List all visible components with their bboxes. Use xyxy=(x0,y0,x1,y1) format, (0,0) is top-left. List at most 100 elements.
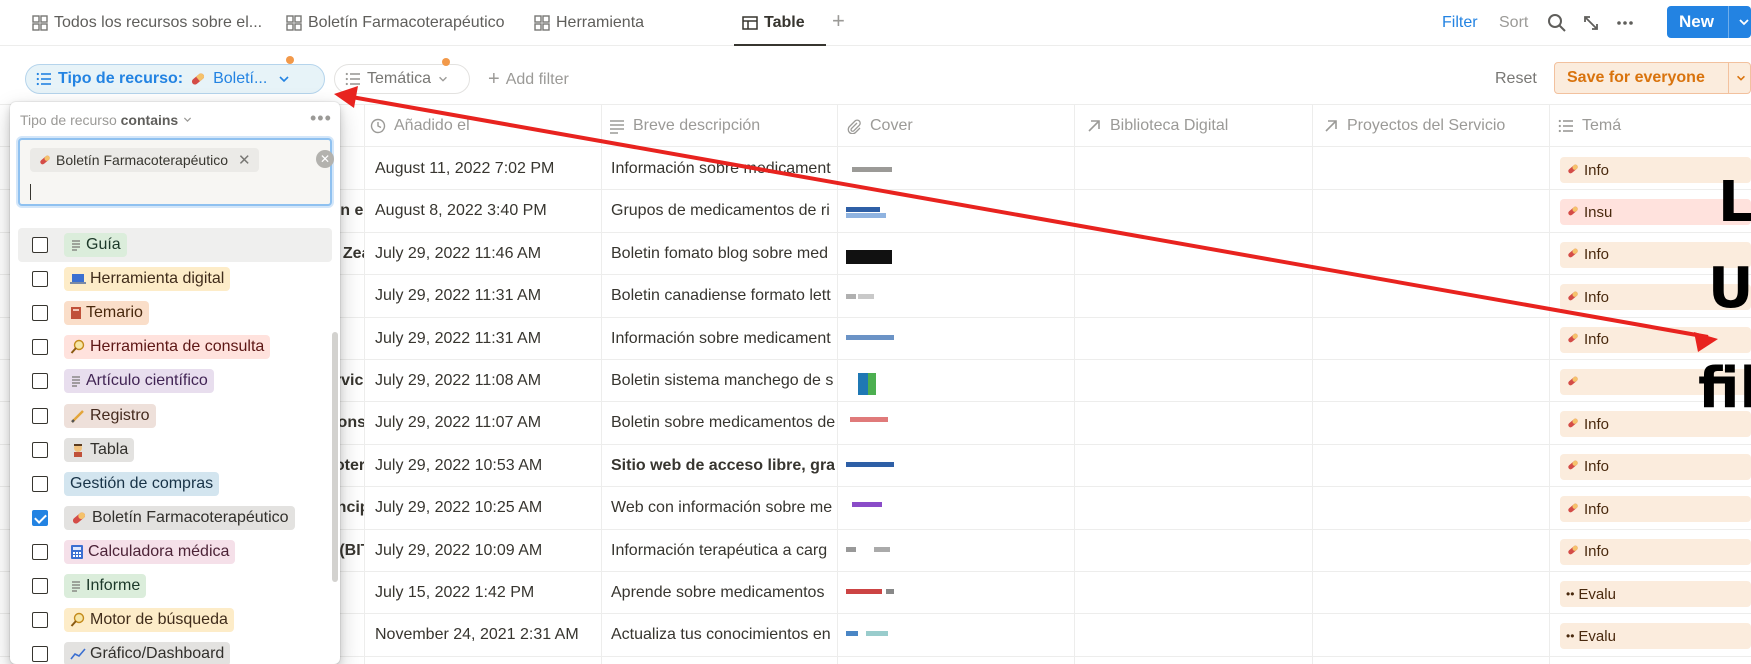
filter-button[interactable]: Filter xyxy=(1442,10,1478,36)
option-checkbox[interactable] xyxy=(32,509,48,526)
cell-tematica-tag[interactable]: Info xyxy=(1560,538,1751,565)
option-tag: Motor de búsqueda xyxy=(64,608,234,633)
dropdown-option[interactable]: Gráfico/Dashboard xyxy=(18,637,332,664)
tab-todos-los-recursos[interactable]: Todos los recursos sobre el... xyxy=(32,10,262,36)
option-checkbox[interactable] xyxy=(32,646,48,663)
column-header-proyectos[interactable]: Proyectos del Servicio xyxy=(1323,112,1505,140)
add-view-plus-icon[interactable]: + xyxy=(832,8,845,34)
option-checkbox[interactable] xyxy=(32,271,48,288)
cell-description[interactable]: Boletin canadiense formato lett xyxy=(611,276,835,316)
dropdown-option[interactable]: Calculadora médica xyxy=(18,535,332,569)
cell-added-date[interactable]: July 29, 2022 11:46 AM xyxy=(375,234,597,274)
cell-cover-thumbnail[interactable] xyxy=(846,242,906,266)
cell-cover-thumbnail[interactable] xyxy=(846,539,906,563)
cell-tematica-tag[interactable]: •• Evalu xyxy=(1560,623,1751,650)
tab-boletin-farmacoterapeutico[interactable]: Boletín Farmacoterapéutico xyxy=(286,10,505,36)
reset-button[interactable]: Reset xyxy=(1495,70,1537,88)
remove-chip-icon[interactable]: ✕ xyxy=(238,151,251,169)
cell-tematica-tag[interactable]: Info xyxy=(1560,326,1751,353)
filter-search-input[interactable]: Boletín Farmacoterapéutico ✕ ✕ xyxy=(18,138,334,206)
clear-selection-icon[interactable]: ✕ xyxy=(316,150,334,168)
cell-cover-thumbnail[interactable] xyxy=(846,369,906,395)
cell-description[interactable]: Aprende sobre medicamentos xyxy=(611,573,835,613)
cell-tematica-tag[interactable]: Info xyxy=(1560,496,1751,523)
tab-herramienta[interactable]: Herramienta xyxy=(534,10,644,36)
cell-description[interactable]: Web con información sobre me xyxy=(611,488,835,528)
dropdown-header[interactable]: Tipo de recurso contains xyxy=(20,112,193,128)
cell-added-date[interactable]: July 29, 2022 11:31 AM xyxy=(375,276,597,316)
dropdown-option[interactable]: Boletín Farmacoterapéutico xyxy=(18,501,332,535)
active-filter-pill[interactable]: Tipo de recurso: Boletí... xyxy=(25,64,325,94)
cell-tematica-tag[interactable]: •• Evalu xyxy=(1560,581,1751,607)
cell-added-date[interactable]: July 29, 2022 11:08 AM xyxy=(375,361,597,401)
cell-added-date[interactable]: July 29, 2022 10:09 AM xyxy=(375,531,597,571)
cell-cover-thumbnail[interactable] xyxy=(846,411,906,435)
cell-cover-thumbnail[interactable] xyxy=(846,496,906,520)
tab-table[interactable]: Table xyxy=(742,10,805,36)
column-header-added[interactable]: Añadido el xyxy=(370,112,470,140)
column-header-tematica[interactable]: Temá xyxy=(1558,112,1621,140)
cell-added-date[interactable]: August 8, 2022 3:40 PM xyxy=(375,191,597,231)
cell-description[interactable]: Información sobre medicament xyxy=(611,149,835,189)
cell-cover-thumbnail[interactable] xyxy=(846,327,906,351)
cell-cover-thumbnail[interactable] xyxy=(846,284,906,308)
column-header-description[interactable]: Breve descripción xyxy=(609,112,760,140)
dropdown-scrollbar[interactable] xyxy=(332,332,338,582)
more-options-icon[interactable] xyxy=(1614,12,1636,34)
column-header-cover[interactable]: Cover xyxy=(846,112,913,140)
cell-description[interactable]: Información terapéutica a carg xyxy=(611,531,835,571)
sort-button[interactable]: Sort xyxy=(1499,10,1528,36)
dropdown-option[interactable]: Herramienta de consulta xyxy=(18,330,332,364)
dropdown-option[interactable]: Tabla xyxy=(18,433,332,467)
cell-description[interactable]: Información sobre medicament xyxy=(611,319,835,359)
column-header-biblioteca[interactable]: Biblioteca Digital xyxy=(1086,112,1228,140)
dropdown-option[interactable]: Gestión de compras xyxy=(18,467,332,501)
option-checkbox[interactable] xyxy=(32,339,48,356)
cell-cover-thumbnail[interactable] xyxy=(846,623,906,647)
dropdown-option[interactable]: Artículo científico xyxy=(18,364,332,398)
cell-cover-thumbnail[interactable] xyxy=(846,157,906,181)
option-checkbox[interactable] xyxy=(32,237,48,253)
dropdown-option[interactable]: Guía xyxy=(18,228,332,262)
cell-added-date[interactable]: August 11, 2022 7:02 PM xyxy=(375,149,597,189)
chevron-down-icon[interactable] xyxy=(1737,15,1751,29)
cell-description[interactable]: Boletin sobre medicamentos de xyxy=(611,403,835,443)
dropdown-option[interactable]: Motor de búsqueda xyxy=(18,603,332,637)
chevron-down-icon[interactable] xyxy=(1735,72,1747,84)
option-checkbox[interactable] xyxy=(32,373,48,390)
cell-description[interactable]: Grupos de medicamentos de ri xyxy=(611,191,835,231)
cell-description[interactable]: Boletin sistema manchego de s xyxy=(611,361,835,401)
cell-added-date[interactable]: July 29, 2022 11:07 AM xyxy=(375,403,597,443)
option-checkbox[interactable] xyxy=(32,305,48,322)
cell-added-date[interactable]: July 29, 2022 11:31 AM xyxy=(375,319,597,359)
dropdown-option[interactable]: Registro xyxy=(18,399,332,433)
option-checkbox[interactable] xyxy=(32,475,48,492)
cell-added-date[interactable]: July 15, 2022 1:42 PM xyxy=(375,573,597,613)
cell-cover-thumbnail[interactable] xyxy=(846,581,906,605)
cell-description[interactable]: Sitio web de acceso libre, grat xyxy=(611,446,835,486)
cell-description[interactable]: Boletin fomato blog sobre med xyxy=(611,234,835,274)
cell-tematica-tag[interactable]: Info xyxy=(1560,453,1751,480)
dropdown-option[interactable]: Herramienta digital xyxy=(18,262,332,296)
tematica-filter-pill[interactable]: Temática xyxy=(334,64,470,94)
cell-added-date[interactable]: July 29, 2022 10:53 AM xyxy=(375,446,597,486)
cell-added-date[interactable]: July 29, 2022 10:25 AM xyxy=(375,488,597,528)
option-checkbox[interactable] xyxy=(32,407,48,424)
save-for-everyone-button[interactable]: Save for everyone xyxy=(1554,62,1751,94)
more-options-icon[interactable]: ••• xyxy=(310,108,332,129)
option-checkbox[interactable] xyxy=(32,441,48,458)
add-filter-button[interactable]: + Add filter xyxy=(488,68,569,91)
option-checkbox[interactable] xyxy=(32,578,48,594)
cell-added-date[interactable]: November 24, 2021 2:31 AM xyxy=(375,615,597,655)
dropdown-option[interactable]: Informe xyxy=(18,569,332,603)
cell-cover-thumbnail[interactable] xyxy=(846,199,906,223)
expand-diagonal-icon[interactable] xyxy=(1580,12,1602,34)
option-checkbox[interactable] xyxy=(32,612,48,629)
cell-cover-thumbnail[interactable] xyxy=(846,454,906,478)
option-checkbox[interactable] xyxy=(32,543,48,560)
dropdown-option[interactable]: Temario xyxy=(18,296,332,330)
column-header-label: Biblioteca Digital xyxy=(1110,117,1229,134)
new-record-button[interactable]: New xyxy=(1667,6,1751,38)
search-icon[interactable] xyxy=(1546,12,1568,34)
cell-description[interactable]: Actualiza tus conocimientos en xyxy=(611,615,835,655)
